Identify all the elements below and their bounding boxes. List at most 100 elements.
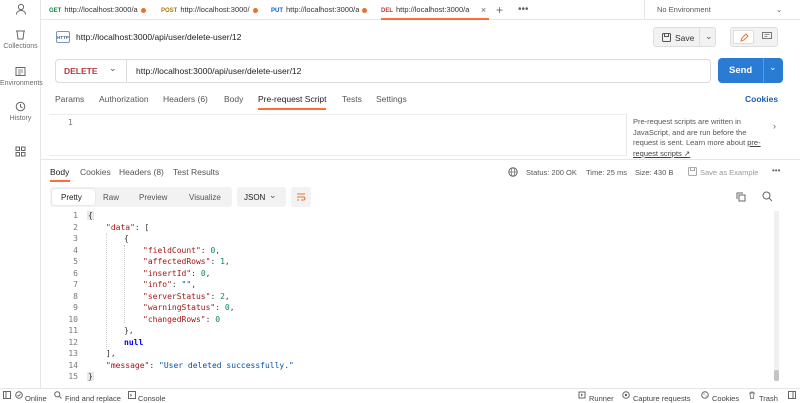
response-size[interactable]: Size: 430 B xyxy=(635,168,673,177)
send-button[interactable]: Send ⌄ xyxy=(718,58,783,83)
script-hint: Pre-request scripts are written in JavaS… xyxy=(633,117,763,159)
comment-icon xyxy=(762,32,772,39)
trash-button[interactable]: Trash xyxy=(759,394,778,403)
cookies-link[interactable]: Cookies xyxy=(745,94,778,104)
response-status[interactable]: Status: 200 OK xyxy=(526,168,577,177)
copy-icon[interactable] xyxy=(736,192,746,202)
new-tab-icon[interactable]: + xyxy=(496,0,508,20)
close-tab-icon[interactable]: × xyxy=(478,0,489,20)
help-icon[interactable] xyxy=(788,391,796,399)
tab-get[interactable]: GET http://localhost:3000/a xyxy=(49,0,149,20)
response-tab-test-results[interactable]: Test Results xyxy=(173,167,219,177)
script-editor[interactable]: 1 xyxy=(49,114,626,156)
find-replace-button[interactable]: Find and replace xyxy=(65,394,121,403)
method-select[interactable]: DELETE ⌄ xyxy=(56,60,127,82)
save-button[interactable]: Save ⌄ xyxy=(653,27,716,47)
save-as-example-button[interactable]: Save as Example xyxy=(700,168,758,177)
more-options-icon[interactable]: ••• xyxy=(772,166,780,175)
json-key: "affectedRows" xyxy=(143,257,211,266)
tab-tests[interactable]: Tests xyxy=(342,94,362,104)
sidebar-item-more[interactable] xyxy=(0,146,41,160)
line-number: 11 xyxy=(68,326,78,335)
scrollbar-track[interactable] xyxy=(774,211,779,381)
pretty-button[interactable]: Pretty xyxy=(52,189,95,205)
line-number: 10 xyxy=(68,315,78,324)
line-number: 13 xyxy=(68,349,78,358)
capture-requests-button[interactable]: Capture requests xyxy=(633,394,691,403)
tab-pre-request-script[interactable]: Pre-request Script xyxy=(258,94,327,104)
edit-mode-button[interactable] xyxy=(733,30,754,44)
response-tab-body[interactable]: Body xyxy=(50,167,69,177)
indent-guide xyxy=(106,233,107,349)
view-toggle-group xyxy=(730,27,778,47)
chevron-right-icon[interactable]: › xyxy=(773,121,776,131)
sidebar-item-collections[interactable]: Collections xyxy=(0,29,41,50)
tab-post[interactable]: POST http://localhost:3000/ xyxy=(161,0,261,20)
sidebar-label-environments: Environments xyxy=(0,80,43,87)
console-button[interactable]: Console xyxy=(138,394,166,403)
collections-icon xyxy=(16,30,25,40)
tab-params[interactable]: Params xyxy=(55,94,84,104)
wrap-lines-button[interactable] xyxy=(291,187,311,207)
trash-icon xyxy=(749,391,755,399)
tab-headers[interactable]: Headers (6) xyxy=(163,94,208,104)
url-input[interactable]: http://localhost:3000/api/user/delete-us… xyxy=(136,66,301,76)
chevron-down-icon[interactable]: ⌄ xyxy=(776,0,788,20)
line-number: 7 xyxy=(73,280,78,289)
chevron-down-icon: ⌄ xyxy=(109,63,117,73)
account-button[interactable] xyxy=(0,3,41,18)
environment-label: No Environment xyxy=(657,5,711,14)
visualize-button[interactable]: Visualize xyxy=(189,193,221,202)
cookie-icon xyxy=(701,391,709,399)
view-mode-group: Pretty Raw Preview Visualize xyxy=(50,187,232,207)
environments-icon xyxy=(15,67,26,76)
chevron-down-icon[interactable]: ⌄ xyxy=(769,62,777,73)
capture-icon xyxy=(622,391,630,399)
response-tab-cookies[interactable]: Cookies xyxy=(80,167,111,177)
sidebar-item-history[interactable]: History xyxy=(0,101,41,122)
layout-icon[interactable] xyxy=(3,391,11,399)
response-tab-headers[interactable]: Headers (8) xyxy=(119,167,164,177)
tab-title: http://localhost:3000/a xyxy=(396,5,470,14)
json-key: "changedRows" xyxy=(143,315,206,324)
scrollbar-thumb[interactable] xyxy=(774,370,779,381)
divider xyxy=(626,114,627,156)
response-time[interactable]: Time: 25 ms xyxy=(586,168,627,177)
sidebar-item-environments[interactable]: Environments xyxy=(0,66,43,87)
save-icon xyxy=(662,33,671,42)
runner-button[interactable]: Runner xyxy=(589,394,614,403)
search-icon xyxy=(54,391,62,399)
line-number: 12 xyxy=(68,338,78,347)
line-number: 6 xyxy=(73,269,78,278)
cookies-button[interactable]: Cookies xyxy=(712,394,739,403)
line-number: 2 xyxy=(73,223,78,232)
tab-body[interactable]: Body xyxy=(224,94,243,104)
request-title[interactable]: http://localhost:3000/api/user/delete-us… xyxy=(76,32,241,42)
comments-button[interactable] xyxy=(758,30,776,44)
tab-delete[interactable]: DEL http://localhost:3000/a xyxy=(381,0,489,20)
tab-put[interactable]: PUT http://localhost:3000/a xyxy=(271,0,371,20)
format-select[interactable]: JSON ⌄ xyxy=(237,187,286,207)
json-line-data: "data": [ xyxy=(106,223,149,232)
json-comma: , xyxy=(224,292,230,301)
raw-button[interactable]: Raw xyxy=(103,193,119,202)
json-field: "changedRows": 0 xyxy=(143,315,221,324)
unsaved-dot xyxy=(252,7,258,13)
tab-settings[interactable]: Settings xyxy=(376,94,407,104)
history-icon xyxy=(15,101,26,112)
chevron-down-icon: ⌄ xyxy=(269,190,277,200)
line-number: 1 xyxy=(68,118,73,127)
preview-button[interactable]: Preview xyxy=(139,193,167,202)
json-value: 0 xyxy=(215,315,221,324)
more-tabs-icon[interactable]: ••• xyxy=(518,0,532,20)
json-comma: , xyxy=(215,246,221,255)
environment-select[interactable]: No Environment xyxy=(657,0,787,20)
search-icon[interactable] xyxy=(762,191,773,202)
line-number: 4 xyxy=(73,246,78,255)
online-status[interactable]: Online xyxy=(25,394,47,403)
globe-icon[interactable] xyxy=(508,167,518,177)
active-tab-indicator xyxy=(258,108,326,110)
tab-authorization[interactable]: Authorization xyxy=(99,94,149,104)
http-request-icon: HTTP xyxy=(56,31,70,43)
json-brace: { xyxy=(87,211,94,220)
